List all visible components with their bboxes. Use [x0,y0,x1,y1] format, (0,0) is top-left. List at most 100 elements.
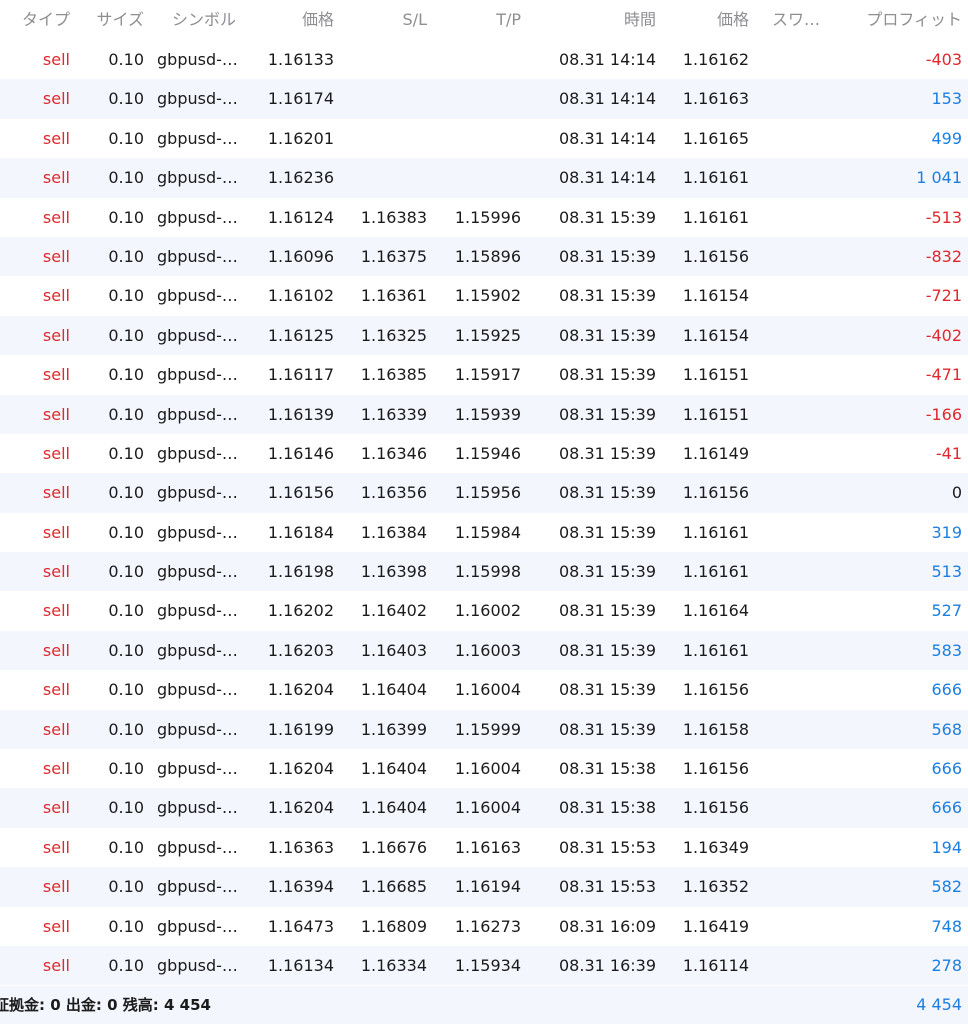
cell-open-price: 1.16174 [267,89,334,109]
cell-current-price: 1.16162 [682,50,749,69]
cell-profit: 319 [931,522,962,542]
table-row[interactable]: sell 0.10 gbpusd-… 1.16236 08.31 14:14 1.1616… [0,158,968,198]
cell-type: sell [42,877,70,897]
cell-profit: 748 [931,916,962,936]
cell-size: 0.10 [108,916,144,936]
cell-profit: 0 [951,483,962,503]
cell-open-price: 1.16096 [267,246,334,266]
cell-symbol: gbpusd-… [157,640,238,660]
column-header-size[interactable]: サイズ [78,0,144,40]
column-header-current-price[interactable]: 価格 [660,0,749,40]
cell-symbol: gbpusd-… [157,601,238,621]
cell-open-price: 1.16198 [267,562,334,582]
cell-symbol: gbpusd-… [157,443,238,463]
table-row[interactable]: sell 0.10 gbpusd-… 1.16156 1.16356 1.15956 08.… [0,473,968,513]
cell-symbol: gbpusd-… [157,680,238,700]
cell-stop-loss: 1.16384 [360,522,427,542]
cell-time: 08.31 15:53 [559,837,656,857]
cell-current-price: 1.16156 [682,246,749,266]
column-header-tp[interactable]: T/P [432,0,521,40]
table-row[interactable]: sell 0.10 gbpusd-… 1.16096 1.16375 1.15896 08.… [0,236,968,277]
cell-profit: -403 [925,50,962,69]
column-header-swap[interactable]: スワ… [772,0,828,40]
cell-time: 08.31 15:39 [559,640,656,660]
table-row[interactable]: sell 0.10 gbpusd-… 1.16203 1.16403 1.16003 08.… [0,630,968,671]
cell-type: sell [42,719,70,739]
cell-type: sell [42,443,70,463]
cell-size: 0.10 [108,680,144,700]
account-summary-text: 証拠金: 0 出金: 0 残高: 4 454 [0,996,211,1014]
cell-size: 0.10 [108,89,144,109]
positions-table: sell 0.10 gbpusd-… 1.16133 08.31 14:14 1.1616… [0,40,968,986]
cell-current-price: 1.16352 [682,877,749,897]
cell-time: 08.31 15:38 [559,759,656,779]
cell-take-profit: 1.16004 [454,798,521,818]
cell-type: sell [42,128,70,148]
cell-take-profit: 1.15956 [454,483,521,503]
cell-size: 0.10 [108,601,144,621]
cell-take-profit: 1.15934 [454,955,521,975]
cell-size: 0.10 [108,246,144,266]
cell-open-price: 1.16203 [267,640,334,660]
column-header-price[interactable]: 価格 [245,0,334,40]
table-row[interactable]: sell 0.10 gbpusd-… 1.16146 1.16346 1.15946 08.… [0,434,968,473]
table-row[interactable]: sell 0.10 gbpusd-… 1.16134 1.16334 1.15934 08.… [0,945,968,986]
cell-open-price: 1.16236 [267,168,334,188]
cell-time: 08.31 15:38 [559,798,656,818]
cell-profit: 194 [931,837,962,857]
table-row[interactable]: sell 0.10 gbpusd-… 1.16473 1.16809 1.16273 08.… [0,907,968,946]
cell-open-price: 1.16202 [267,601,334,621]
column-header-symbol[interactable]: シンボル [172,0,252,40]
table-row[interactable]: sell 0.10 gbpusd-… 1.16394 1.16685 1.16194 08.… [0,867,968,907]
table-row[interactable]: sell 0.10 gbpusd-… 1.16363 1.16676 1.16163 08.… [0,828,968,867]
cell-current-price: 1.16161 [682,562,749,582]
cell-type: sell [42,246,70,266]
cell-size: 0.10 [108,955,144,975]
table-row[interactable]: sell 0.10 gbpusd-… 1.16201 08.31 14:14 1.1616… [0,119,968,158]
table-row[interactable]: sell 0.10 gbpusd-… 1.16198 1.16398 1.15998 08.… [0,552,968,592]
table-row[interactable]: sell 0.10 gbpusd-… 1.16204 1.16404 1.16004 08.… [0,749,968,788]
cell-symbol: gbpusd-… [157,562,238,582]
cell-size: 0.10 [108,759,144,779]
table-row[interactable]: sell 0.10 gbpusd-… 1.16124 1.16383 1.15996 08.… [0,198,968,237]
table-row[interactable]: sell 0.10 gbpusd-… 1.16125 1.16325 1.15925 08.… [0,315,968,356]
cell-profit: 582 [931,877,962,897]
column-header-profit[interactable]: プロフィット [832,0,962,40]
cell-time: 08.31 15:39 [559,680,656,700]
cell-take-profit: 1.16003 [454,640,521,660]
cell-stop-loss: 1.16404 [360,759,427,779]
cell-current-price: 1.16151 [682,404,749,424]
cell-type: sell [42,404,70,424]
cell-symbol: gbpusd-… [157,128,238,148]
table-row[interactable]: sell 0.10 gbpusd-… 1.16117 1.16385 1.15917 08.… [0,355,968,394]
table-row[interactable]: sell 0.10 gbpusd-… 1.16139 1.16339 1.15939 08.… [0,394,968,434]
cell-take-profit [432,79,521,118]
cell-type: sell [42,759,70,779]
table-row[interactable]: sell 0.10 gbpusd-… 1.16204 1.16404 1.16004 08.… [0,788,968,828]
cell-time: 08.31 15:39 [559,286,656,306]
cell-stop-loss: 1.16346 [360,443,427,463]
cell-type: sell [42,640,70,660]
cell-stop-loss: 1.16404 [360,680,427,700]
cell-time: 08.31 15:39 [559,325,656,345]
table-row[interactable]: sell 0.10 gbpusd-… 1.16202 1.16402 1.16002 08.… [0,591,968,630]
cell-time: 08.31 15:39 [559,207,656,227]
cell-stop-loss: 1.16809 [360,916,427,936]
table-row[interactable]: sell 0.10 gbpusd-… 1.16184 1.16384 1.15984 08.… [0,513,968,552]
table-row[interactable]: sell 0.10 gbpusd-… 1.16199 1.16399 1.15999 08.… [0,709,968,750]
cell-open-price: 1.16125 [267,325,334,345]
cell-open-price: 1.16156 [267,483,334,503]
table-row[interactable]: sell 0.10 gbpusd-… 1.16102 1.16361 1.15902 08.… [0,276,968,315]
column-header-time[interactable]: 時間 [540,0,656,40]
table-row[interactable]: sell 0.10 gbpusd-… 1.16133 08.31 14:14 1.1616… [0,40,968,79]
cell-symbol: gbpusd-… [157,483,238,503]
cell-type: sell [42,89,70,109]
table-row[interactable]: sell 0.10 gbpusd-… 1.16204 1.16404 1.16004 08.… [0,670,968,709]
table-row[interactable]: sell 0.10 gbpusd-… 1.16174 08.31 14:14 1.1616… [0,79,968,119]
column-header-sl[interactable]: S/L [338,0,427,40]
cell-current-price: 1.16161 [682,207,749,227]
cell-size: 0.10 [108,207,144,227]
cell-take-profit [432,40,521,79]
column-header-type[interactable]: タイプ [0,0,70,40]
cell-stop-loss: 1.16676 [360,837,427,857]
